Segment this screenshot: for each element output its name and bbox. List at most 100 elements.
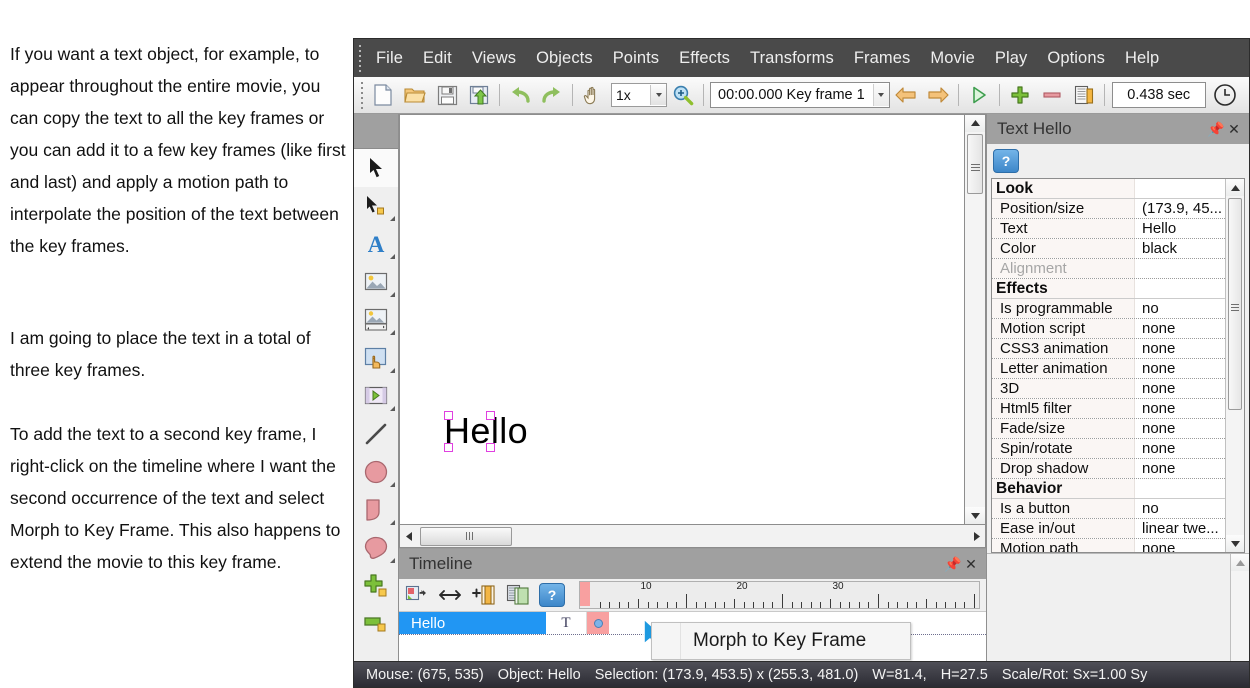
- zoom-in-icon[interactable]: [668, 80, 698, 110]
- help-button-glyph[interactable]: ?: [539, 583, 565, 607]
- playhead-marker[interactable]: [580, 582, 590, 606]
- property-row[interactable]: Fade/size none: [992, 419, 1225, 439]
- add-frame-icon[interactable]: [1005, 80, 1035, 110]
- copy-frame-icon[interactable]: [1069, 80, 1099, 110]
- timeline-tracks[interactable]: Hello T Morph to Key Frame: [399, 611, 986, 668]
- play-icon[interactable]: [964, 80, 994, 110]
- property-value[interactable]: none: [1135, 340, 1225, 357]
- remove-frame-icon[interactable]: [1037, 80, 1067, 110]
- menu-item-views[interactable]: Views: [462, 45, 526, 72]
- duplicate-frame-icon[interactable]: [502, 580, 534, 610]
- property-value[interactable]: no: [1135, 300, 1225, 317]
- tool-flyout-arrow-icon[interactable]: [390, 482, 395, 487]
- menu-item-transforms[interactable]: Transforms: [740, 45, 844, 72]
- point-select-tool[interactable]: [354, 187, 398, 225]
- text-tool[interactable]: A: [354, 225, 398, 263]
- menu-item-help[interactable]: Help: [1115, 45, 1169, 72]
- scroll-up-icon[interactable]: [1226, 179, 1244, 196]
- property-value[interactable]: no: [1135, 500, 1225, 517]
- property-row[interactable]: Motion script none: [992, 319, 1225, 339]
- canvas-horizontal-scrollbar[interactable]: [399, 525, 986, 548]
- property-value[interactable]: none: [1135, 540, 1225, 552]
- property-value[interactable]: none: [1135, 440, 1225, 457]
- property-value[interactable]: none: [1135, 380, 1225, 397]
- tool-flyout-arrow-icon[interactable]: [390, 406, 395, 411]
- insert-object-icon[interactable]: [400, 580, 432, 610]
- keyframe-time-combo[interactable]: 00:00.000 Key frame 1: [710, 82, 890, 108]
- property-row[interactable]: Alignment: [992, 259, 1225, 279]
- menu-item-points[interactable]: Points: [603, 45, 669, 72]
- scrollbar-thumb[interactable]: [420, 526, 512, 546]
- canvas-vertical-scrollbar[interactable]: [965, 114, 986, 525]
- property-value[interactable]: linear twe...: [1135, 520, 1225, 537]
- stretch-icon[interactable]: [434, 580, 466, 610]
- menu-item-play[interactable]: Play: [985, 45, 1038, 72]
- scroll-left-icon[interactable]: [400, 531, 418, 541]
- pan-hand-icon[interactable]: [578, 80, 608, 110]
- property-row[interactable]: CSS3 animation none: [992, 339, 1225, 359]
- chevron-down-icon[interactable]: [650, 85, 666, 105]
- context-menu-item-morph-to-key-frame[interactable]: Morph to Key Frame: [681, 630, 866, 652]
- add-point-tool[interactable]: [354, 567, 398, 605]
- export-icon[interactable]: [464, 80, 494, 110]
- property-value[interactable]: Hello: [1135, 220, 1225, 237]
- property-value[interactable]: black: [1135, 240, 1225, 257]
- save-disk-icon[interactable]: [432, 80, 462, 110]
- property-row[interactable]: Is a button no: [992, 499, 1225, 519]
- clock-icon[interactable]: [1210, 80, 1240, 110]
- select-arrow-tool[interactable]: [354, 149, 398, 187]
- property-row[interactable]: Position/size (173.9, 45...: [992, 199, 1225, 219]
- close-icon[interactable]: ✕: [1225, 120, 1243, 138]
- ellipse-tool[interactable]: [354, 453, 398, 491]
- line-tool[interactable]: [354, 415, 398, 453]
- button-tool[interactable]: [354, 339, 398, 377]
- menu-item-frames[interactable]: Frames: [844, 45, 921, 72]
- pin-icon[interactable]: 📌: [1207, 120, 1225, 138]
- property-row[interactable]: Drop shadow none: [992, 459, 1225, 479]
- property-row[interactable]: Html5 filter none: [992, 399, 1225, 419]
- tool-flyout-arrow-icon[interactable]: [390, 330, 395, 335]
- next-frame-icon[interactable]: [923, 80, 953, 110]
- menu-item-options[interactable]: Options: [1037, 45, 1115, 72]
- property-value[interactable]: none: [1135, 360, 1225, 377]
- selection-handle-top-left[interactable]: [444, 411, 453, 420]
- timeline-ruler[interactable]: 10 20 30: [579, 581, 980, 609]
- context-menu[interactable]: Morph to Key Frame: [651, 622, 911, 660]
- shape-tool[interactable]: [354, 491, 398, 529]
- scroll-right-icon[interactable]: [967, 531, 985, 541]
- pin-icon[interactable]: 📌: [944, 555, 962, 573]
- movie-canvas[interactable]: Hello: [399, 114, 965, 525]
- new-document-icon[interactable]: [368, 80, 398, 110]
- help-icon[interactable]: ?: [993, 149, 1019, 173]
- help-icon[interactable]: ?: [536, 580, 568, 610]
- movie-clip-tool[interactable]: [354, 377, 398, 415]
- toolbar-drag-grip[interactable]: [356, 80, 367, 110]
- selection-handle-top-right[interactable]: [486, 411, 495, 420]
- redo-icon[interactable]: [537, 80, 567, 110]
- tool-flyout-arrow-icon[interactable]: [390, 558, 395, 563]
- image-sequence-tool[interactable]: [354, 301, 398, 339]
- add-frame-icon[interactable]: [468, 580, 500, 610]
- scroll-down-icon[interactable]: [965, 507, 985, 524]
- scroll-down-icon[interactable]: [1226, 535, 1244, 552]
- previous-frame-icon[interactable]: [891, 80, 921, 110]
- scrollbar-track[interactable]: [965, 196, 985, 507]
- property-value[interactable]: none: [1135, 400, 1225, 417]
- tool-flyout-arrow-icon[interactable]: [390, 254, 395, 259]
- property-row[interactable]: Color black: [992, 239, 1225, 259]
- menu-item-file[interactable]: File: [366, 45, 413, 72]
- keyframe-cell[interactable]: [587, 612, 609, 634]
- property-value[interactable]: none: [1135, 420, 1225, 437]
- frame-duration-field[interactable]: 0.438 sec: [1111, 82, 1206, 108]
- selection-handle-bottom-right[interactable]: [486, 443, 495, 452]
- open-folder-icon[interactable]: [400, 80, 430, 110]
- property-value[interactable]: none: [1135, 320, 1225, 337]
- property-row[interactable]: Ease in/out linear twe...: [992, 519, 1225, 539]
- property-value[interactable]: (173.9, 45...: [1135, 200, 1225, 217]
- track-object-name[interactable]: Hello: [399, 612, 546, 634]
- property-value[interactable]: none: [1135, 460, 1225, 477]
- scroll-up-icon[interactable]: [1231, 554, 1249, 571]
- property-row[interactable]: 3D none: [992, 379, 1225, 399]
- scrollbar-track[interactable]: [1226, 412, 1244, 535]
- menu-item-effects[interactable]: Effects: [669, 45, 740, 72]
